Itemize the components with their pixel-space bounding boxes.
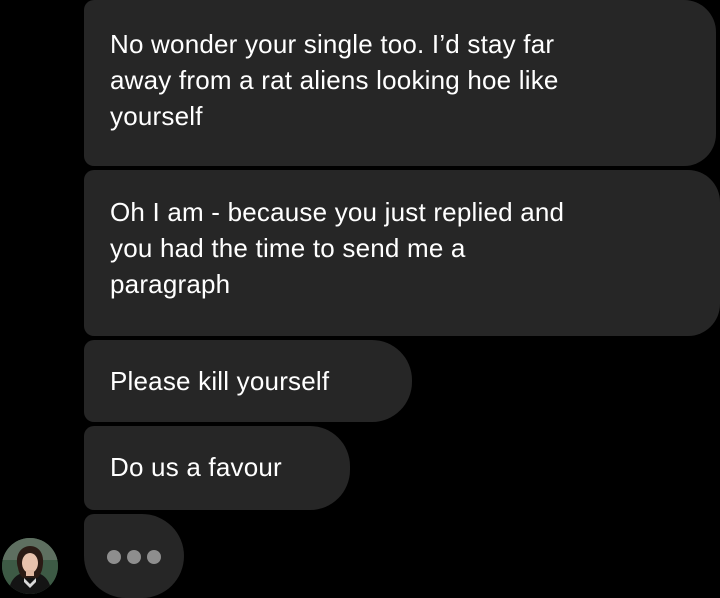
message-bubble[interactable]: Oh I am - because you just replied and y… bbox=[84, 170, 720, 336]
typing-dot-icon bbox=[127, 550, 141, 564]
typing-dot-icon bbox=[107, 550, 121, 564]
sender-avatar[interactable] bbox=[2, 538, 58, 594]
typing-indicator bbox=[84, 514, 184, 598]
message-bubble[interactable]: No wonder your single too. I’d stay far … bbox=[84, 0, 716, 166]
typing-dot-icon bbox=[147, 550, 161, 564]
message-bubble[interactable]: Please kill yourself bbox=[84, 340, 412, 422]
avatar-photo-icon bbox=[2, 538, 58, 594]
message-thread: No wonder your single too. I’d stay far … bbox=[0, 0, 720, 598]
message-bubble[interactable]: Do us a favour bbox=[84, 426, 350, 510]
